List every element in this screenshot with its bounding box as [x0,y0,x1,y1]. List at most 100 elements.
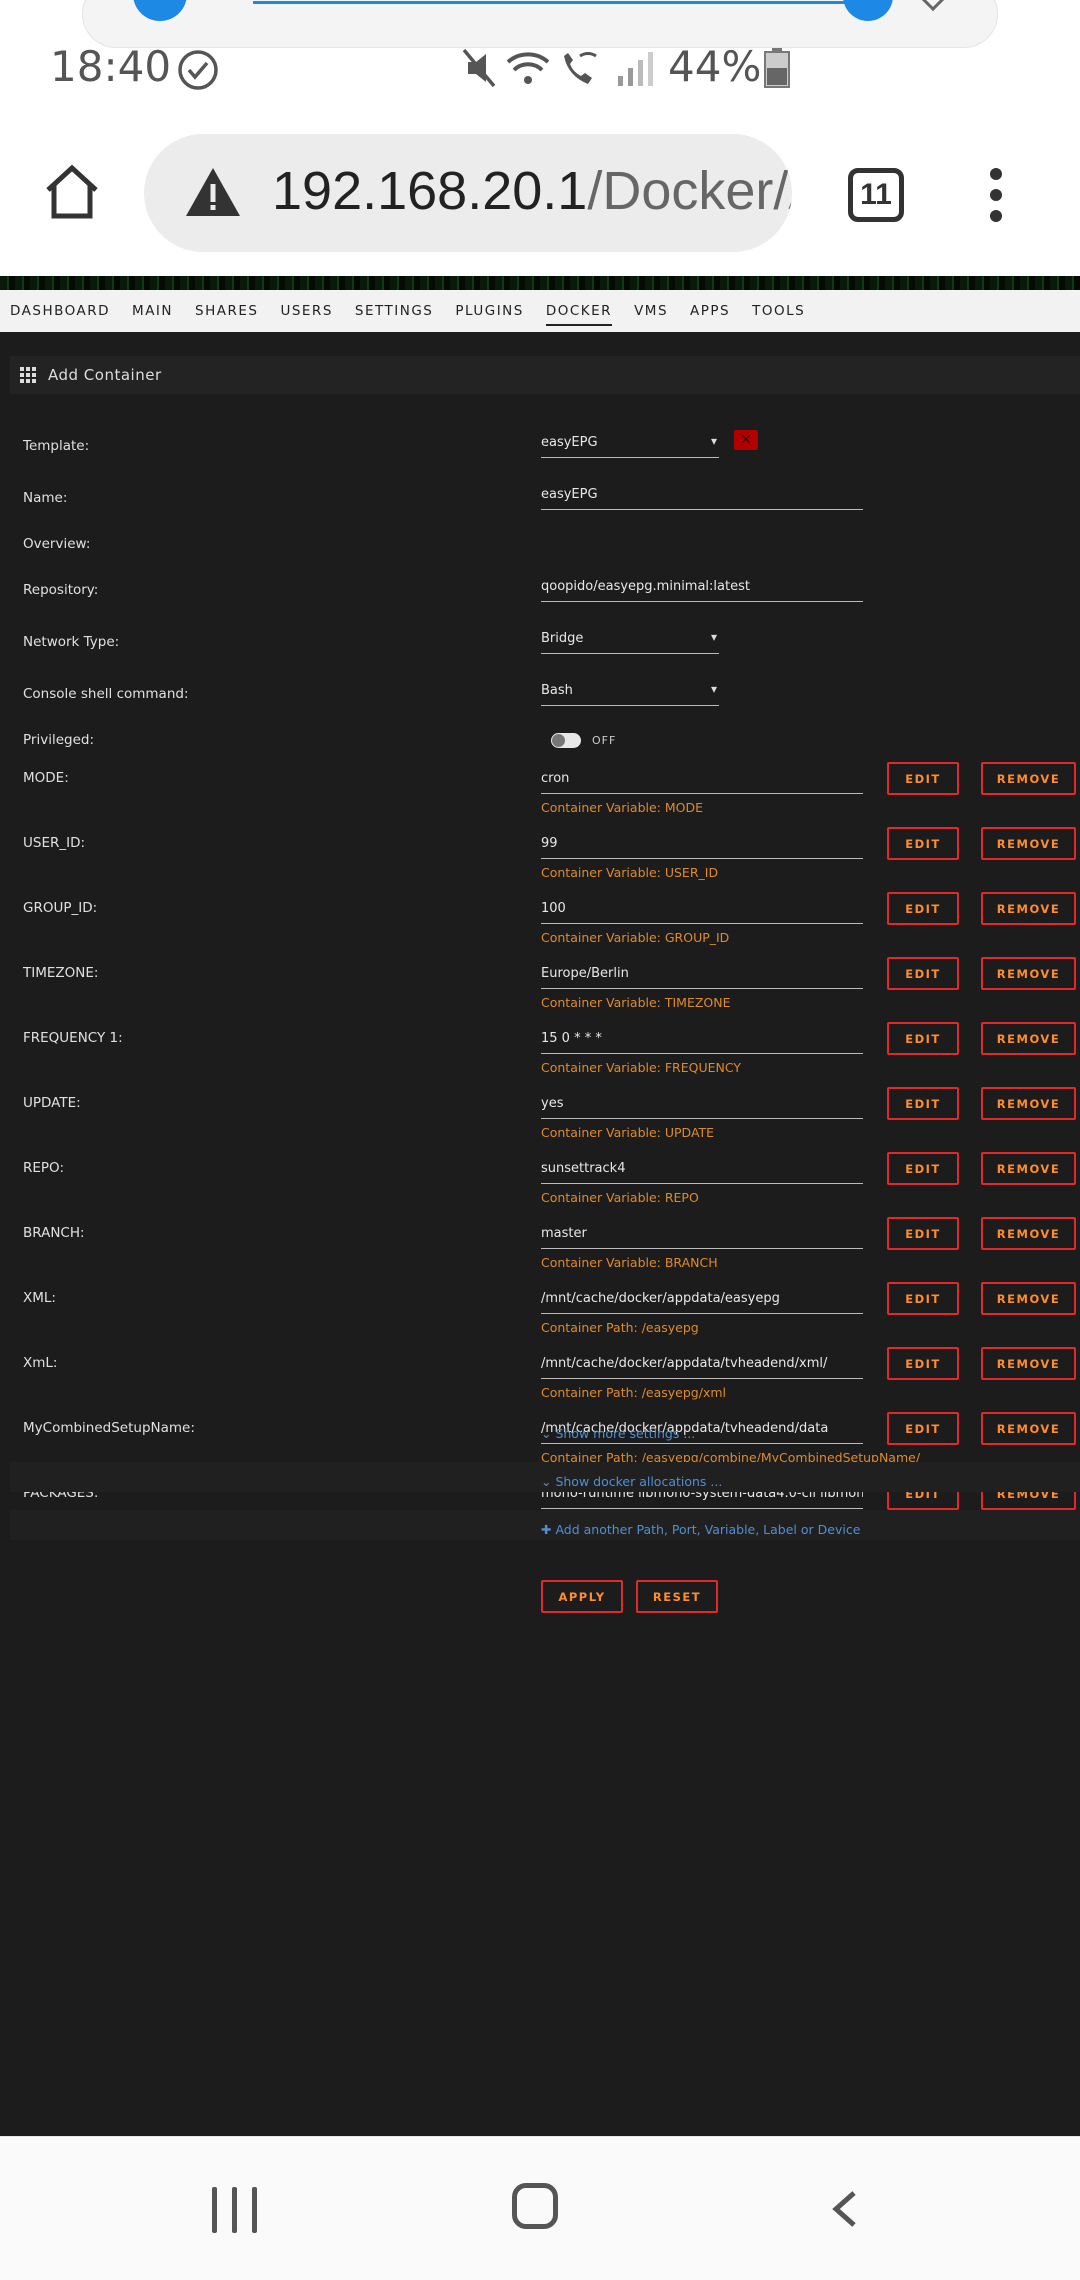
variable-label: MyCombinedSetupName: [23,1420,195,1436]
variable-label: REPO: [23,1160,64,1176]
variable-input[interactable]: yes [541,1089,863,1119]
reset-button[interactable]: RESET [636,1580,718,1613]
repository-input[interactable]: qoopido/easyepg.minimal:latest [541,572,863,602]
system-nav-bar [0,2136,1080,2280]
warning-icon[interactable] [184,166,242,218]
edit-button[interactable]: EDIT [887,1217,959,1250]
remove-button[interactable]: REMOVE [981,1282,1076,1315]
wifi-icon [506,52,550,84]
browser-menu-icon[interactable] [984,168,1008,224]
seek-thumb-icon[interactable] [843,0,893,21]
edit-button[interactable]: EDIT [887,1152,959,1185]
network-type-select[interactable]: Bridge [541,624,719,654]
check-circle-icon [178,50,218,90]
expand-chevron-icon[interactable] [918,0,948,12]
remove-button[interactable]: REMOVE [981,827,1076,860]
variable-label: USER_ID: [23,835,86,851]
privileged-toggle[interactable] [551,733,581,748]
variable-hint: Container Variable: REPO [541,1190,699,1205]
nav-docker[interactable]: DOCKER [545,293,613,329]
edit-button[interactable]: EDIT [887,827,959,860]
nav-shares[interactable]: SHARES [195,293,258,329]
url-bar[interactable]: 192.168.20.1/Docker/A [144,134,792,252]
variable-hint: Container Variable: FREQUENCY [541,1060,742,1075]
remove-button[interactable]: REMOVE [981,762,1076,795]
nav-apps[interactable]: APPS [690,293,730,329]
remove-button[interactable]: REMOVE [981,1217,1076,1250]
variable-input[interactable]: cron [541,764,863,794]
header-banner [0,276,1080,290]
back-icon[interactable] [826,2189,866,2229]
status-icons [462,48,653,88]
edit-button[interactable]: EDIT [887,1087,959,1120]
variable-input[interactable]: /mnt/cache/docker/appdata/tvheadend/xml/ [541,1349,863,1379]
nav-vms[interactable]: VMS [634,293,668,329]
nav-dashboard[interactable]: DASHBOARD [10,293,110,329]
edit-button[interactable]: EDIT [887,1412,959,1445]
home-button-icon[interactable] [512,2183,558,2229]
privileged-state: OFF [592,734,617,747]
variable-hint: Container Variable: USER_ID [541,865,719,880]
status-bar: 18:40 44% [0,40,1080,96]
variable-input[interactable]: Europe/Berlin [541,959,863,989]
remove-button[interactable]: REMOVE [981,892,1076,925]
show-docker-link[interactable]: ⌄ Show docker allocations ... [541,1474,722,1489]
remove-button[interactable]: REMOVE [981,1412,1076,1445]
url-path: /Docker/A [587,161,792,221]
privileged-label: Privileged: [23,732,94,748]
edit-button[interactable]: EDIT [887,1022,959,1055]
overview-label: Overview: [23,536,91,552]
nav-main[interactable]: MAIN [132,293,173,329]
template-label: Template: [23,438,90,454]
remove-button[interactable]: REMOVE [981,1347,1076,1380]
variable-input[interactable]: 100 [541,894,863,924]
variable-label: FREQUENCY 1: [23,1030,123,1046]
name-input[interactable]: easyEPG [541,480,863,510]
apply-button[interactable]: APPLY [541,1580,623,1613]
edit-button[interactable]: EDIT [887,957,959,990]
play-icon[interactable] [133,0,187,21]
variable-input[interactable]: 15 0 * * * [541,1024,863,1054]
variable-input[interactable]: /mnt/cache/docker/appdata/easyepg [541,1284,863,1314]
panel-title: Add Container [10,356,1080,394]
nav-users[interactable]: USERS [280,293,332,329]
template-select[interactable]: easyEPG [541,428,719,458]
variable-input[interactable]: sunsettrack4 [541,1154,863,1184]
edit-button[interactable]: EDIT [887,762,959,795]
nav-tools[interactable]: TOOLS [752,293,805,329]
variable-hint: Container Path: /easyepg/xml [541,1385,726,1400]
tab-switcher-button[interactable]: 11 [848,168,904,222]
add-another-link[interactable]: ✚ Add another Path, Port, Variable, Labe… [541,1522,860,1537]
nav-plugins[interactable]: PLUGINS [455,293,523,329]
status-time: 18:40 [50,42,172,91]
variable-hint: Container Variable: MODE [541,800,703,815]
edit-button[interactable]: EDIT [887,1347,959,1380]
variable-input[interactable]: master [541,1219,863,1249]
variable-label: TIMEZONE: [23,965,99,981]
unraid-page: DASHBOARD MAIN SHARES USERS SETTINGS PLU… [0,276,1080,2136]
battery-percent: 44% [668,42,762,91]
signal-icon [618,52,653,86]
recents-icon[interactable] [212,2187,258,2233]
media-seekbar[interactable] [253,1,853,4]
variable-label: MODE: [23,770,69,786]
remove-button[interactable]: REMOVE [981,1022,1076,1055]
show-more-text: Show more settings ... [555,1426,696,1441]
edit-button[interactable]: EDIT [887,892,959,925]
console-select[interactable]: Bash [541,676,719,706]
mute-icon [462,48,496,88]
top-nav: DASHBOARD MAIN SHARES USERS SETTINGS PLU… [0,290,1080,332]
edit-button[interactable]: EDIT [887,1282,959,1315]
repository-label: Repository: [23,582,99,598]
clear-template-icon[interactable]: ✕ [734,430,758,450]
home-icon[interactable] [42,162,102,222]
remove-button[interactable]: REMOVE [981,957,1076,990]
nav-settings[interactable]: SETTINGS [355,293,433,329]
variable-hint: Container Path: /easyepg [541,1320,699,1335]
show-more-link[interactable]: ⌄ Show more settings ... [541,1426,695,1441]
url-text: 192.168.20.1/Docker/A [272,160,792,222]
network-type-label: Network Type: [23,634,120,650]
remove-button[interactable]: REMOVE [981,1152,1076,1185]
variable-input[interactable]: 99 [541,829,863,859]
remove-button[interactable]: REMOVE [981,1087,1076,1120]
